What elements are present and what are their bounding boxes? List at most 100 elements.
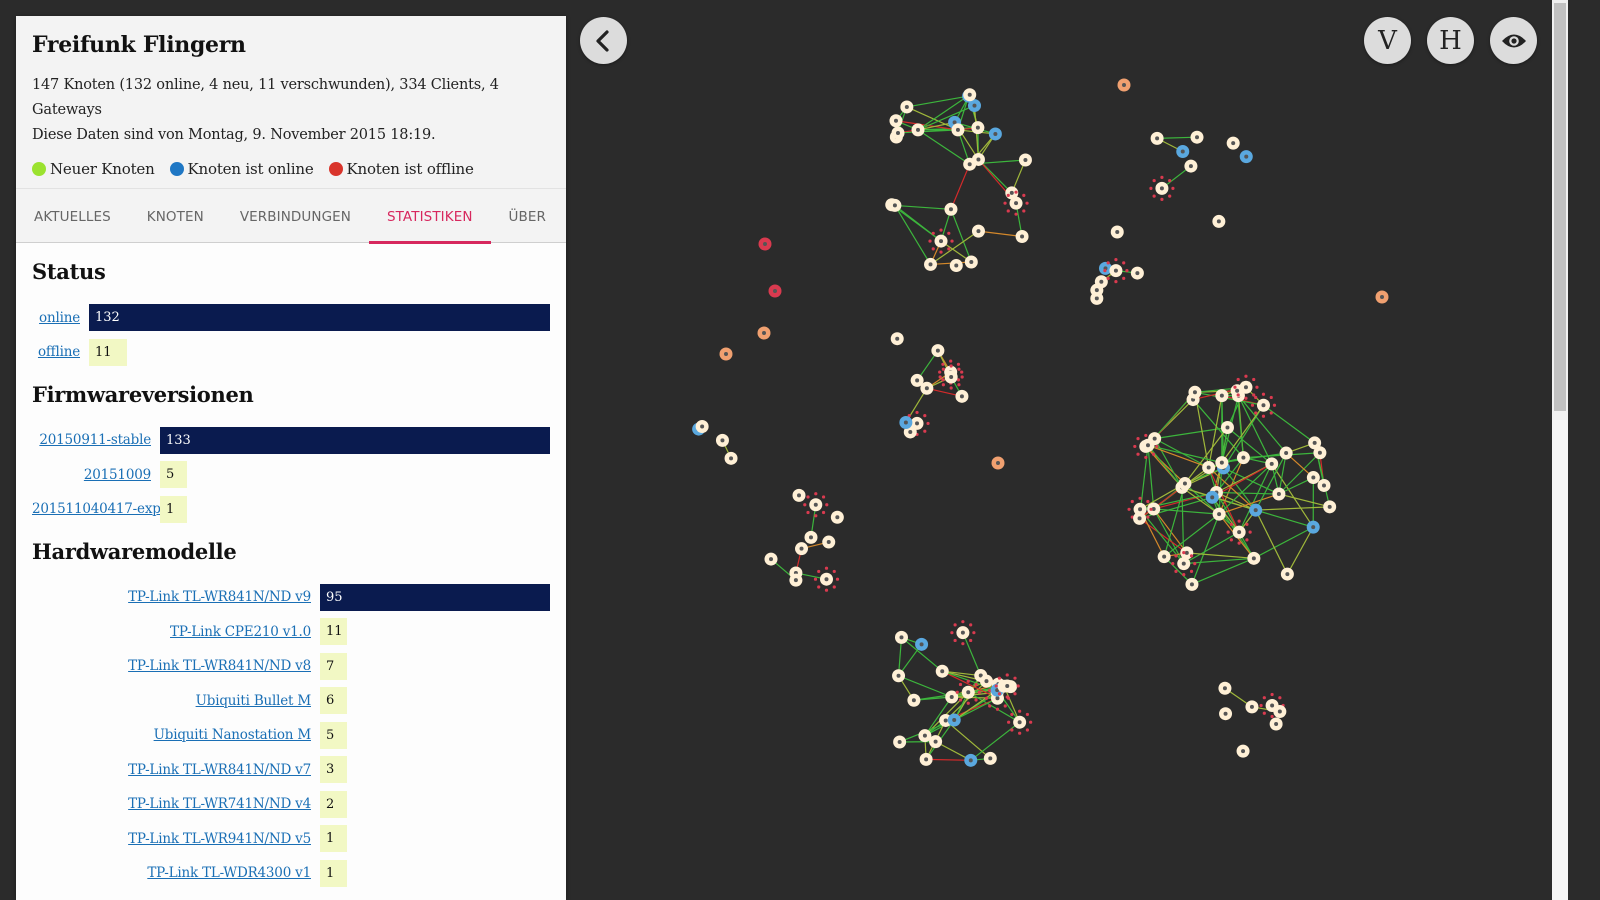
node-center bbox=[996, 461, 1000, 465]
horizontal-split-button[interactable]: H bbox=[1427, 17, 1474, 64]
client-dot bbox=[814, 514, 818, 518]
link-line bbox=[962, 632, 982, 676]
stat-bar: 133 bbox=[160, 426, 550, 454]
link-line bbox=[1154, 426, 1228, 440]
node-center bbox=[1225, 425, 1230, 430]
node-center bbox=[988, 756, 993, 761]
node-center bbox=[1094, 288, 1099, 293]
client-dot bbox=[1146, 499, 1150, 504]
legend-label-online: Knoten ist online bbox=[187, 160, 314, 178]
stat-bar-track: 11 bbox=[89, 338, 550, 366]
node-center bbox=[793, 578, 798, 583]
client-dot bbox=[950, 631, 954, 635]
stat-link[interactable]: TP-Link TL-WR841N/ND v7 bbox=[32, 762, 320, 778]
client-dot bbox=[1237, 541, 1241, 545]
client-dot bbox=[941, 378, 945, 382]
client-dot bbox=[1022, 209, 1026, 213]
node-center bbox=[1243, 385, 1248, 390]
client-dot bbox=[969, 638, 973, 643]
node-center bbox=[1017, 720, 1022, 725]
stat-link[interactable]: offline bbox=[32, 344, 89, 360]
hardware-heading: Hardwaremodelle bbox=[32, 538, 237, 564]
legend-item-online: Knoten ist online bbox=[169, 160, 314, 178]
node-center bbox=[1009, 190, 1014, 195]
tab-aktuelles[interactable]: AKTUELLES bbox=[16, 189, 129, 244]
tab-verbindungen[interactable]: VERBINDUNGEN bbox=[222, 189, 369, 244]
node-center bbox=[763, 242, 767, 246]
legend-label-offline: Knoten ist offline bbox=[346, 160, 474, 178]
node-center bbox=[1192, 390, 1197, 395]
client-dot bbox=[958, 698, 963, 702]
stat-row: TP-Link TL-WR941N/ND v5 1 bbox=[32, 825, 550, 852]
node-center bbox=[1188, 164, 1193, 169]
link-line bbox=[1255, 509, 1288, 575]
stat-link[interactable]: TP-Link TL-WR741N/ND v4 bbox=[32, 796, 320, 812]
back-button[interactable] bbox=[580, 17, 627, 64]
client-dot bbox=[1149, 186, 1153, 190]
client-dot bbox=[1138, 496, 1142, 500]
node-center bbox=[984, 679, 989, 684]
node-center bbox=[1311, 475, 1316, 480]
stat-link[interactable]: TP-Link TL-WR841N/ND v9 bbox=[32, 589, 320, 605]
stat-link[interactable]: Ubiquiti Bullet M bbox=[32, 693, 320, 709]
tab-statistiken[interactable]: STATISTIKEN bbox=[368, 189, 491, 244]
client-dot bbox=[969, 623, 973, 627]
stat-link[interactable]: 201511040417-exp bbox=[32, 501, 161, 517]
node-center bbox=[1182, 481, 1187, 486]
stat-link[interactable]: 20151009 bbox=[32, 467, 160, 483]
stat-link[interactable]: TP-Link TL-WR941N/ND v5 bbox=[32, 831, 320, 847]
link-line bbox=[950, 163, 971, 210]
tab-ueber[interactable]: ÜBER bbox=[491, 189, 564, 244]
node-center bbox=[813, 502, 818, 507]
tab-knoten[interactable]: KNOTEN bbox=[129, 189, 222, 244]
node-center bbox=[976, 229, 981, 234]
client-dot bbox=[1146, 515, 1150, 519]
site-title: Freifunk Flingern bbox=[32, 32, 246, 58]
client-dot bbox=[1025, 712, 1030, 717]
client-dot bbox=[1130, 499, 1134, 504]
stat-link[interactable]: 20150911-stable bbox=[32, 432, 160, 448]
client-dot bbox=[1254, 411, 1258, 415]
client-dot bbox=[1262, 711, 1266, 715]
link-line bbox=[894, 204, 942, 242]
link-line bbox=[1278, 493, 1330, 508]
client-dot bbox=[1016, 684, 1020, 688]
scrollbar[interactable] bbox=[1552, 0, 1568, 900]
stat-link[interactable]: TP-Link CPE210 v1.0 bbox=[32, 624, 320, 640]
link-line bbox=[1255, 506, 1330, 511]
scrollbar-thumb[interactable] bbox=[1554, 3, 1566, 411]
node-center bbox=[1261, 403, 1266, 408]
stat-link[interactable]: TP-Link TL-WDR4300 v1 bbox=[32, 865, 320, 881]
node-center bbox=[1094, 296, 1099, 301]
stat-bar-track: 133 bbox=[160, 426, 550, 454]
node-center bbox=[769, 557, 774, 562]
stat-bar-track: 132 bbox=[89, 304, 550, 331]
node-center bbox=[919, 642, 924, 647]
view-toggle-button[interactable] bbox=[1490, 17, 1537, 64]
date-line: Diese Daten sind von Montag, 9. November… bbox=[32, 127, 436, 143]
node-center bbox=[1152, 436, 1157, 441]
stat-link[interactable]: TP-Link TL-WR841N/ND v8 bbox=[32, 658, 320, 674]
node-center bbox=[966, 690, 971, 695]
stat-link[interactable]: online bbox=[32, 310, 89, 326]
client-dot bbox=[817, 585, 821, 589]
client-dot bbox=[1106, 276, 1110, 281]
legend-item-offline: Knoten ist offline bbox=[328, 160, 474, 178]
client-dot bbox=[825, 503, 829, 507]
client-dot bbox=[1005, 695, 1009, 699]
stat-row: offline 11 bbox=[32, 338, 550, 366]
stat-row: TP-Link TL-WR841N/ND v9 95 bbox=[32, 583, 550, 611]
stat-bar-track: 1 bbox=[320, 825, 550, 852]
node-center bbox=[1005, 683, 1010, 688]
stat-link[interactable]: Ubiquiti Nanostation M bbox=[32, 727, 320, 743]
node-center bbox=[968, 758, 973, 763]
statistics-content: Status online 132 offline 11 Firmwarever… bbox=[16, 259, 566, 887]
node-center bbox=[1138, 507, 1143, 512]
node-center bbox=[967, 162, 972, 167]
client-dot bbox=[949, 364, 953, 368]
client-dot bbox=[1022, 193, 1026, 197]
client-dot bbox=[1261, 414, 1266, 418]
client-dot bbox=[1029, 720, 1033, 724]
client-dot bbox=[1252, 393, 1256, 397]
vertical-split-button[interactable]: V bbox=[1364, 17, 1411, 64]
